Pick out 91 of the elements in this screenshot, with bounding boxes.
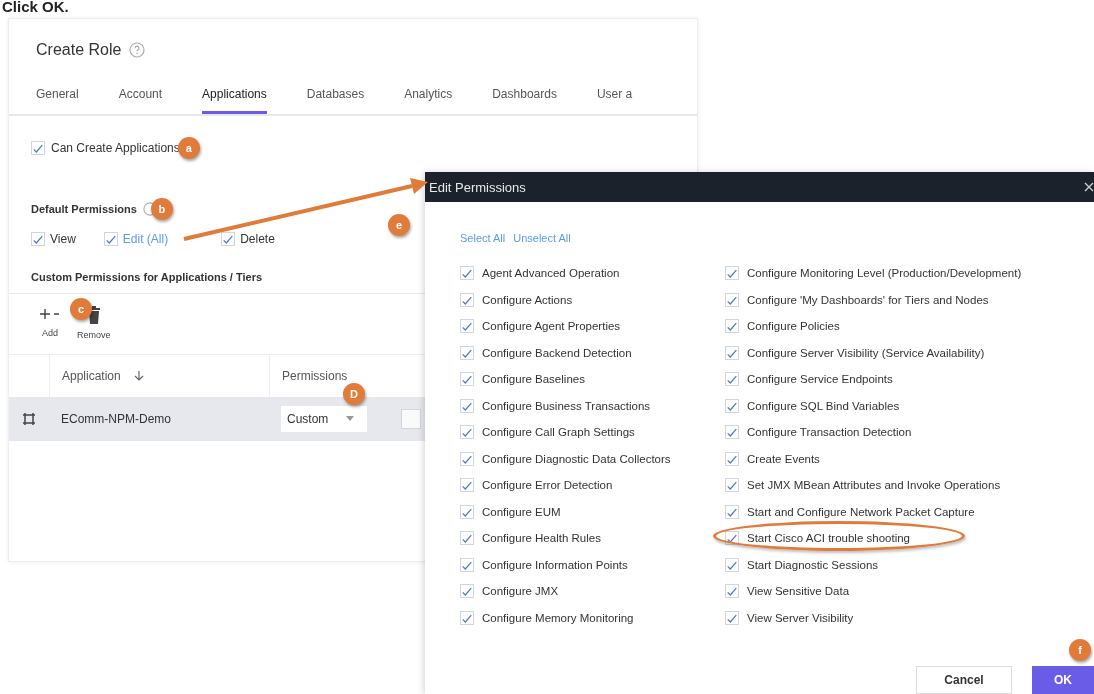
checkbox[interactable] — [460, 398, 474, 413]
page-title: Create Role — [36, 41, 122, 59]
instruction-text: Click OK. — [1, 0, 70, 17]
checkbox[interactable] — [460, 345, 474, 360]
tab[interactable]: Analytics — [404, 87, 453, 114]
permission-label: Configure Baselines — [482, 373, 585, 386]
permission-label: Start Diagnostic Sessions — [747, 558, 879, 571]
permission-label: Configure Server Visibility (Service Availability) — [747, 346, 985, 359]
checkbox[interactable] — [460, 531, 474, 546]
checkbox[interactable] — [725, 425, 739, 440]
permission-label: Configure Agent Properties — [482, 320, 621, 333]
tab[interactable]: General — [36, 87, 79, 114]
permission-label: Start and Configure Network Packet Capture — [747, 505, 975, 518]
permission-label: Configure 'My Dashboards' for Tiers and Nodes — [747, 293, 989, 306]
permission-label: Configure Policies — [747, 320, 840, 333]
permission-label: View Sensitive Data — [747, 585, 850, 598]
callout-badge: c — [70, 298, 92, 320]
application-icon — [22, 412, 36, 426]
table-cell-text: EComm-NPM-Demo — [60, 411, 172, 428]
callout-badge: b — [150, 198, 173, 220]
tab[interactable]: User a — [596, 87, 633, 114]
permission-label: Set JMX MBean Attributes and Invoke Operations — [747, 479, 1001, 492]
permission-label: Configure EUM — [482, 505, 561, 518]
checkbox[interactable] — [103, 232, 118, 246]
checkbox[interactable] — [725, 451, 739, 466]
permission-label: Configure Call Graph Settings — [482, 426, 635, 439]
checkbox-label: Delete — [240, 232, 275, 246]
checkbox[interactable] — [725, 319, 739, 334]
permission-label: View Server Visibility — [747, 611, 854, 624]
checkbox[interactable] — [460, 425, 474, 440]
permission-label: Configure Memory Monitoring — [482, 611, 634, 624]
checkbox[interactable] — [460, 557, 474, 572]
checkbox[interactable] — [31, 141, 45, 155]
close-icon[interactable] — [1084, 182, 1094, 192]
permission-label: Agent Advanced Operation — [482, 267, 620, 280]
permission-label: Configure Backend Detection — [482, 346, 632, 359]
checkbox[interactable] — [401, 409, 421, 429]
checkbox[interactable] — [725, 266, 739, 281]
checkbox[interactable] — [460, 451, 474, 466]
checkbox[interactable] — [725, 557, 739, 572]
checkbox[interactable] — [460, 610, 474, 625]
checkbox[interactable] — [725, 504, 739, 519]
checkbox[interactable] — [460, 372, 474, 387]
checkbox[interactable] — [460, 292, 474, 307]
checkbox-label: Can Create Applications — [51, 141, 180, 155]
checkbox[interactable] — [460, 319, 474, 334]
checkbox[interactable] — [460, 266, 474, 281]
checkbox[interactable] — [725, 398, 739, 413]
callout-badge: D — [343, 383, 365, 405]
permission-label: Configure Actions — [482, 293, 573, 306]
sort-down-icon — [132, 370, 145, 382]
dialog-title: Edit Permissions — [429, 179, 526, 195]
section-heading: Custom Permissions for Applications / Tiers — [31, 271, 263, 283]
checkbox[interactable] — [725, 610, 739, 625]
permission-label: Configure JMX — [482, 585, 559, 598]
permission-label: Configure Service Endpoints — [747, 373, 893, 386]
permission-label: Configure Health Rules — [482, 532, 601, 545]
checkbox-label: View — [50, 232, 76, 246]
permission-label: Configure Diagnostic Data Collectors — [482, 452, 671, 465]
tab[interactable]: Databases — [306, 87, 365, 114]
checkbox[interactable] — [460, 584, 474, 599]
permission-label: Configure Information Points — [482, 558, 628, 571]
callout-badge: e — [388, 214, 410, 236]
caret-icon — [346, 416, 355, 422]
permission-label: Start Cisco ACI trouble shooting — [747, 532, 910, 545]
permission-label: Configure Transaction Detection — [747, 426, 912, 439]
toolbar-button[interactable]: Add — [39, 306, 61, 344]
tab[interactable]: Account — [118, 87, 163, 114]
plus-icon — [39, 306, 61, 322]
permissions-dropdown[interactable]: Custom — [281, 406, 367, 432]
checkbox[interactable] — [725, 531, 739, 546]
permission-label: Configure SQL Bind Variables — [747, 399, 900, 412]
checkbox[interactable] — [725, 345, 739, 360]
permission-label: Configure Error Detection — [482, 479, 613, 492]
checkbox[interactable] — [725, 478, 739, 493]
section-heading: Default Permissions — [31, 203, 137, 215]
checkbox[interactable] — [725, 292, 739, 307]
checkbox[interactable] — [221, 232, 236, 246]
checkbox[interactable] — [460, 504, 474, 519]
tab[interactable]: Applications — [202, 87, 267, 114]
tab[interactable]: Dashboards — [492, 87, 557, 114]
dialog-button[interactable]: Cancel — [916, 666, 1012, 694]
checkbox[interactable] — [725, 584, 739, 599]
help-icon[interactable] — [129, 42, 146, 58]
checkbox[interactable] — [31, 232, 45, 246]
permission-label: Configure Business Transactions — [482, 399, 651, 412]
checkbox[interactable] — [460, 478, 474, 493]
checkbox[interactable] — [725, 372, 739, 387]
permission-label: Create Events — [747, 452, 820, 465]
permission-label: Configure Monitoring Level (Production/Development) — [747, 267, 1022, 280]
callout-badge: f — [1069, 639, 1091, 661]
